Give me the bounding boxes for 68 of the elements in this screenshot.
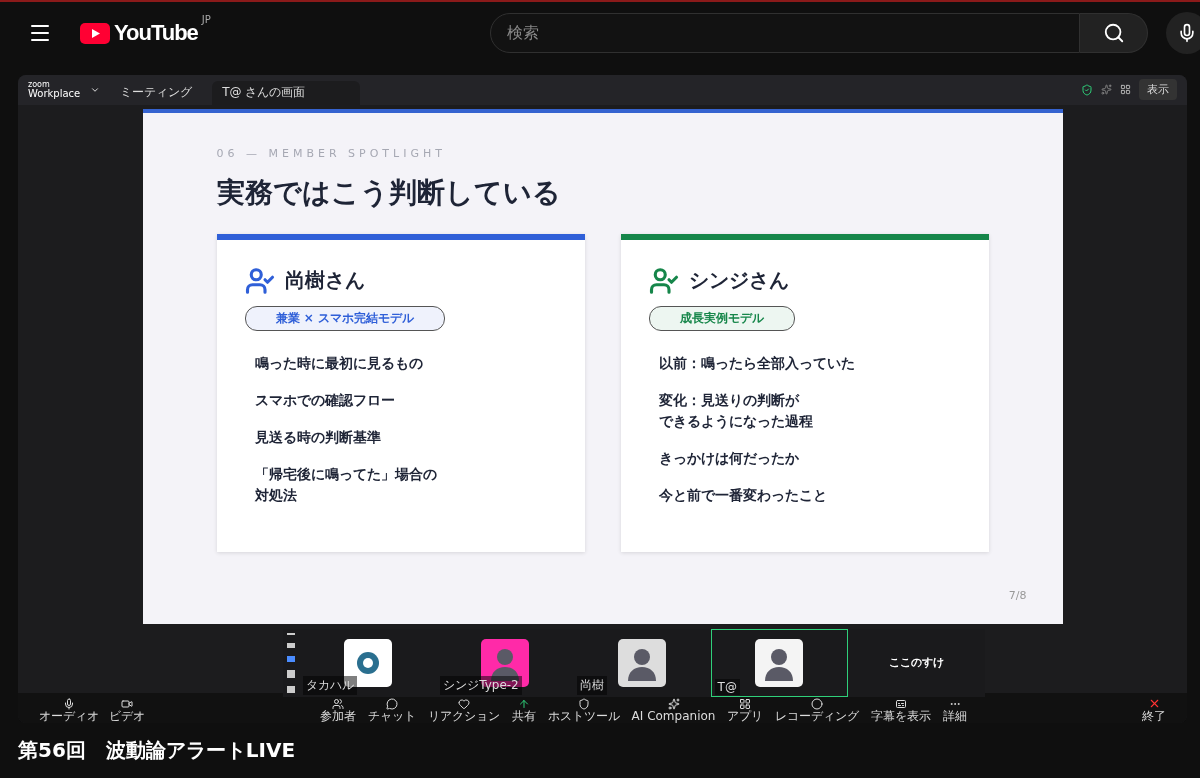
video-camera-icon (121, 697, 133, 710)
mic-icon (1177, 23, 1197, 44)
participant-name: シンジType-2 (440, 675, 522, 695)
mic-icon (63, 697, 75, 710)
play-logo-icon (80, 22, 110, 44)
sparkle-icon (1101, 84, 1112, 96)
participant-tile[interactable]: 尚樹 (573, 628, 711, 697)
topic-text: できるようになった過程 (658, 411, 814, 431)
participant-tile[interactable]: ここのすけ (847, 628, 985, 697)
grid-icon (739, 697, 752, 710)
view-button[interactable]: 表示 (1139, 79, 1177, 101)
member-name: シンジさん (688, 267, 789, 295)
topic-text: 変化：見送りの判断が (658, 390, 801, 410)
participant-tile[interactable]: T@ (710, 628, 848, 697)
shield-icon (1081, 83, 1093, 96)
sparkle-icon (667, 697, 680, 710)
search-field[interactable]: 検索 (490, 13, 1080, 54)
heart-icon (457, 697, 470, 710)
end-button[interactable]: 終了 (1137, 696, 1171, 723)
member-name: 尚樹さん (284, 267, 365, 295)
logo-text[interactable]: YouTube (114, 20, 198, 47)
page-number: 7/8 (1008, 588, 1027, 602)
region-label: JP (201, 14, 211, 26)
captions-icon (895, 697, 908, 710)
brand-text: Workplace (28, 88, 81, 99)
toolbar-button[interactable]: 字幕を表示 (866, 697, 937, 723)
topic-text: きっかけは何だったか (658, 448, 800, 468)
toolbar-button[interactable]: チャット (362, 697, 421, 723)
voice-search-button[interactable] (1166, 12, 1200, 55)
toolbar-button[interactable]: アプリ (722, 697, 769, 723)
toolbar-button[interactable]: ビデオ (104, 697, 150, 723)
grid-icon (1120, 84, 1131, 96)
search-button[interactable] (1080, 13, 1148, 54)
participant-name: T@ (714, 678, 740, 695)
participant-tile[interactable]: シンジType-2 (436, 628, 574, 697)
person-check-icon (648, 265, 679, 296)
participant-name: ここのすけ (888, 655, 944, 671)
model-tag: 兼業 × スマホ完結モデル (244, 305, 445, 331)
toolbar-button[interactable]: レコーディング (770, 697, 865, 723)
topic-text: 以前：鳴ったら全部入っていた (658, 353, 856, 373)
toolbar-button[interactable]: 共有 (506, 697, 541, 723)
slide-title: 実務ではこう判断している (216, 174, 562, 211)
users-icon (331, 697, 344, 710)
toolbar-button[interactable]: リアクション (422, 697, 505, 723)
topic-text: 鳴った時に最初に見るもの (254, 353, 424, 373)
toolbar-button[interactable]: 参加者 (314, 697, 361, 723)
meeting-tab[interactable]: T@ さんの画面 (212, 80, 361, 105)
toolbar-button[interactable]: 詳細 (938, 697, 973, 723)
model-tag: 成長実例モデル (648, 305, 795, 331)
meeting-tab[interactable]: ミーティング (110, 80, 203, 105)
search-icon (1102, 22, 1125, 45)
toolbar-button[interactable]: オーディオ (34, 697, 104, 723)
slide-eyebrow: 06 — MEMBER SPOTLIGHT (216, 146, 447, 160)
topic-text: 見送る時の判断基準 (254, 427, 382, 447)
topic-text: 今と前で一番変わったこと (658, 485, 828, 505)
video-title: 第56回 波動論アラートLIVE (17, 737, 297, 764)
person-check-icon (244, 265, 275, 296)
toolbar-button[interactable]: ホストツール (542, 697, 625, 723)
record-icon (811, 697, 824, 710)
toolbar-button[interactable]: AI Companion (626, 697, 721, 723)
brand-text: zoom (28, 80, 51, 89)
participant-name: 尚樹 (577, 675, 608, 695)
topic-text: 「帰宅後に鳴ってた」場合の (254, 464, 438, 484)
share-arrow-icon (517, 697, 530, 710)
topic-text: 対処法 (254, 485, 298, 505)
topic-text: スマホでの確認フロー (254, 390, 396, 410)
shield-icon (577, 697, 590, 710)
chat-icon (385, 697, 398, 710)
